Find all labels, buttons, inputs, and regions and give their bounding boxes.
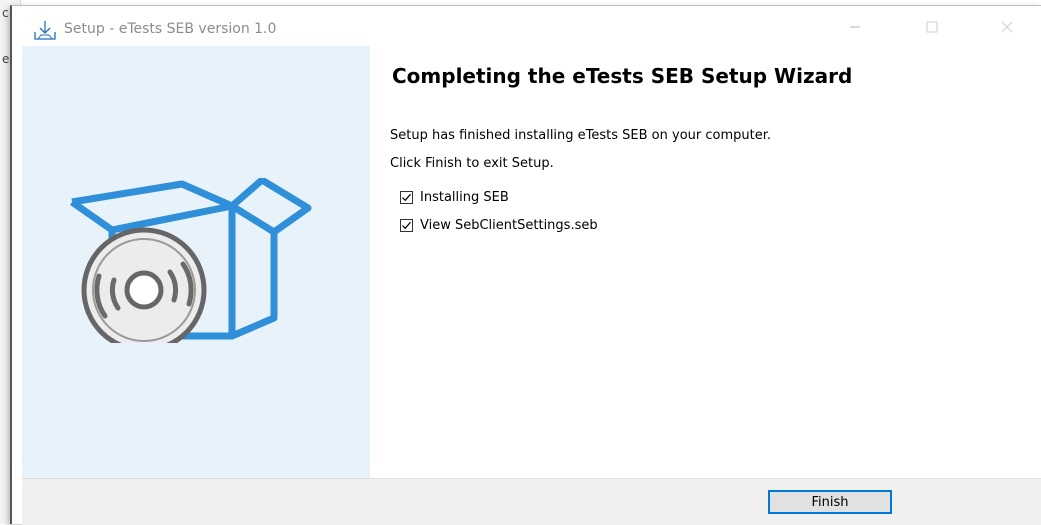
minimize-icon [849, 18, 861, 37]
maximize-button[interactable] [909, 12, 955, 42]
installing-seb-label: Installing SEB [420, 190, 509, 205]
title-bar[interactable]: Setup - eTests SEB version 1.0 [12, 6, 1041, 46]
background-text-fragment: c [2, 6, 9, 20]
window-title: Setup - eTests SEB version 1.0 [64, 21, 277, 37]
page-heading: Completing the eTests SEB Setup Wizard [392, 64, 853, 88]
finished-message: Setup has finished installing eTests SEB… [390, 128, 772, 143]
view-settings-checkbox[interactable] [400, 219, 413, 232]
view-settings-label: View SebClientSettings.seb [420, 218, 598, 233]
installing-seb-option[interactable]: Installing SEB [400, 190, 509, 205]
wizard-content: Completing the eTests SEB Setup Wizard S… [370, 46, 1041, 478]
wizard-footer: Finish [22, 478, 1041, 525]
background-text-fragment: e [2, 52, 10, 66]
wizard-sidebar [22, 46, 370, 478]
finish-button[interactable]: Finish [768, 490, 892, 514]
software-box-with-disc-icon [62, 176, 314, 353]
close-button[interactable] [984, 12, 1030, 42]
installing-seb-checkbox[interactable] [400, 191, 413, 204]
setup-wizard-window: Setup - eTests SEB version 1.0 Completin… [10, 5, 1041, 525]
maximize-icon [926, 18, 938, 37]
minimize-button[interactable] [832, 12, 878, 42]
exit-instruction: Click Finish to exit Setup. [390, 156, 554, 171]
close-icon [1001, 18, 1013, 37]
view-settings-option[interactable]: View SebClientSettings.seb [400, 218, 598, 233]
setup-download-icon [34, 20, 56, 40]
